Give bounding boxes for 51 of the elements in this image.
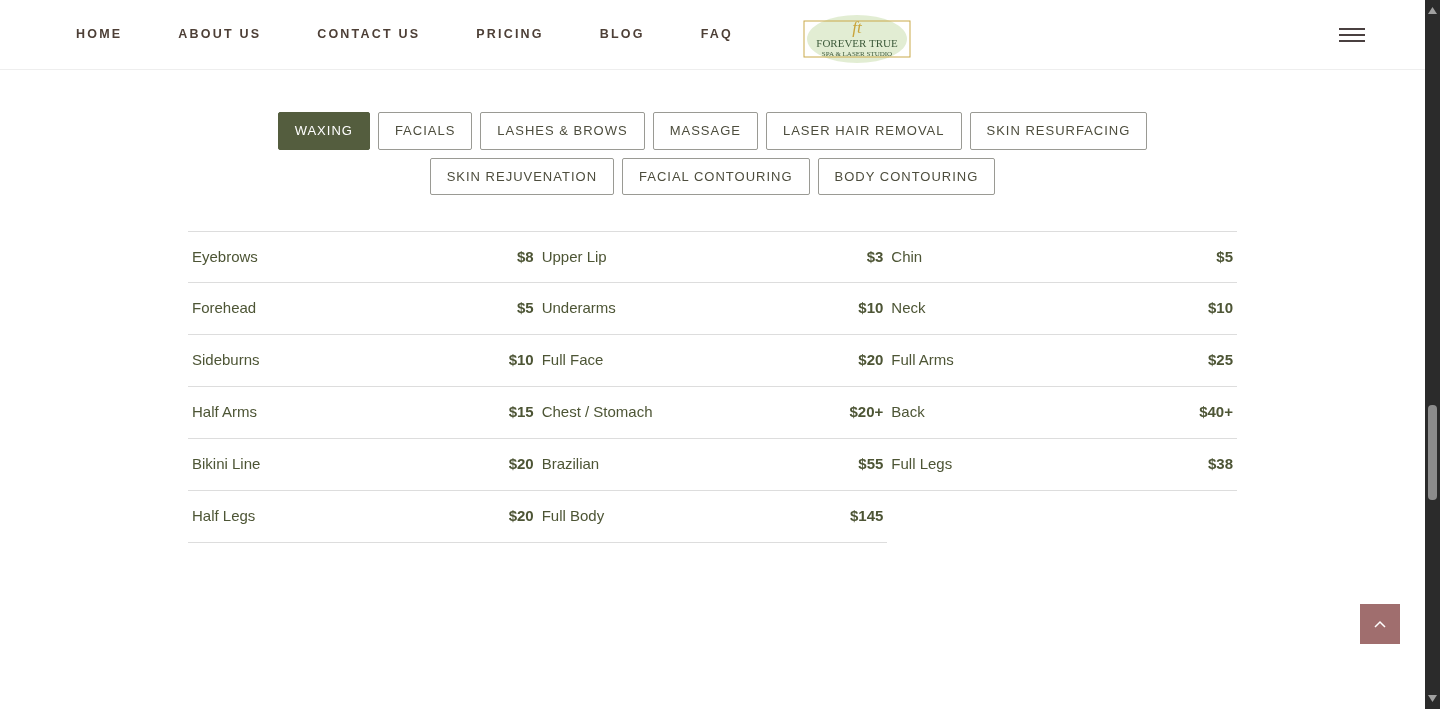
service-name: Half Legs	[192, 506, 256, 527]
price: $38	[1207, 454, 1233, 475]
menu-icon[interactable]	[1339, 27, 1365, 42]
price: $20	[508, 454, 534, 475]
price: $3	[866, 246, 884, 267]
price: $20	[858, 350, 884, 371]
service-name: Full Body	[541, 506, 605, 527]
service-name: Full Arms	[891, 350, 954, 371]
chevron-up-icon	[1374, 620, 1386, 628]
service-name: Half Arms	[192, 402, 257, 423]
nav-link[interactable]: CONTACT US	[317, 25, 421, 44]
service-name: Neck	[891, 298, 926, 319]
price: $145	[849, 506, 884, 527]
nav-link[interactable]: PRICING	[476, 25, 544, 44]
category-tab[interactable]: LASER HAIR REMOVAL	[765, 112, 962, 150]
category-tab[interactable]: FACIAL CONTOURING	[622, 157, 810, 195]
nav-link[interactable]: HOME	[76, 25, 123, 44]
price: $10	[1207, 298, 1233, 319]
price: $25	[1207, 350, 1233, 371]
price: $10	[858, 298, 884, 319]
service-name: Sideburns	[192, 350, 260, 371]
service-name: Chest / Stomach	[541, 402, 653, 423]
category-tab[interactable]: LASHES & BROWS	[480, 112, 645, 150]
category-tab[interactable]: MASSAGE	[652, 112, 758, 150]
nav-link[interactable]: BLOG	[599, 25, 645, 44]
category-tab[interactable]: BODY CONTOURING	[817, 157, 996, 195]
service-name: Brazilian	[541, 454, 600, 475]
nav-link[interactable]: ABOUT US	[178, 25, 262, 44]
service-name: Eyebrows	[192, 246, 258, 267]
service-name: Full Legs	[891, 454, 953, 475]
service-name: Bikini Line	[192, 454, 261, 475]
service-name: Back	[891, 402, 925, 423]
price: $20+	[849, 402, 884, 423]
price: $8	[516, 246, 534, 267]
category-tab[interactable]: SKIN RESURFACING	[969, 112, 1148, 150]
category-tab[interactable]: WAXING	[277, 112, 370, 150]
price: $10	[508, 350, 534, 371]
price: $20	[508, 506, 534, 527]
category-tab[interactable]: FACIALS	[377, 112, 473, 150]
service-name: Upper Lip	[541, 246, 607, 267]
service-name: Full Face	[541, 350, 604, 371]
service-name: Chin	[891, 246, 923, 267]
category-tab[interactable]: SKIN REJUVENATION	[429, 157, 614, 195]
price: $55	[858, 454, 884, 475]
price: $5	[516, 298, 534, 319]
service-name: Underarms	[541, 298, 616, 319]
price: $15	[508, 402, 534, 423]
price: $5	[1216, 246, 1233, 267]
service-name: Forehead	[192, 298, 257, 319]
price: $40+	[1199, 402, 1233, 423]
nav-link[interactable]: FAQ	[700, 25, 733, 44]
